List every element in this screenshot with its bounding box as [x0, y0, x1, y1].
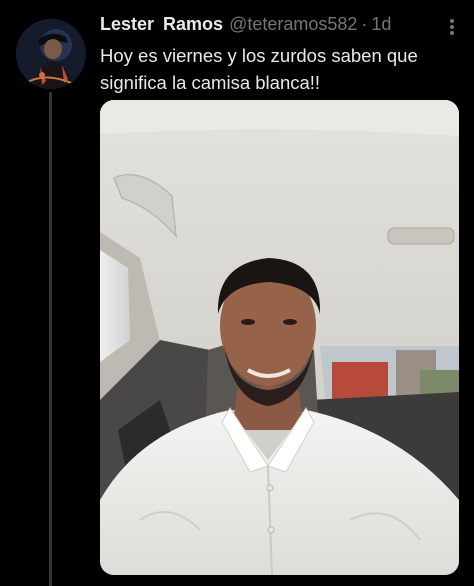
thread-line — [49, 92, 52, 586]
photo-image — [100, 100, 459, 575]
tweet[interactable]: Lester Ramos @teteramos582 · 1d Hoy es v… — [0, 0, 474, 586]
user-handle[interactable]: @teteramos582 — [229, 14, 357, 35]
tweet-header: Lester Ramos @teteramos582 · 1d — [100, 14, 391, 40]
avatar-image — [16, 19, 86, 89]
display-name[interactable]: Lester Ramos — [100, 14, 223, 35]
avatar[interactable] — [16, 19, 86, 89]
separator-dot: · — [361, 14, 368, 34]
more-options-button[interactable] — [440, 14, 464, 40]
tweet-text: Hoy es viernes y los zurdos saben que si… — [100, 45, 418, 93]
tweet-photo[interactable] — [100, 100, 459, 575]
more-options-icon — [450, 19, 454, 35]
timestamp[interactable]: 1d — [371, 14, 391, 35]
